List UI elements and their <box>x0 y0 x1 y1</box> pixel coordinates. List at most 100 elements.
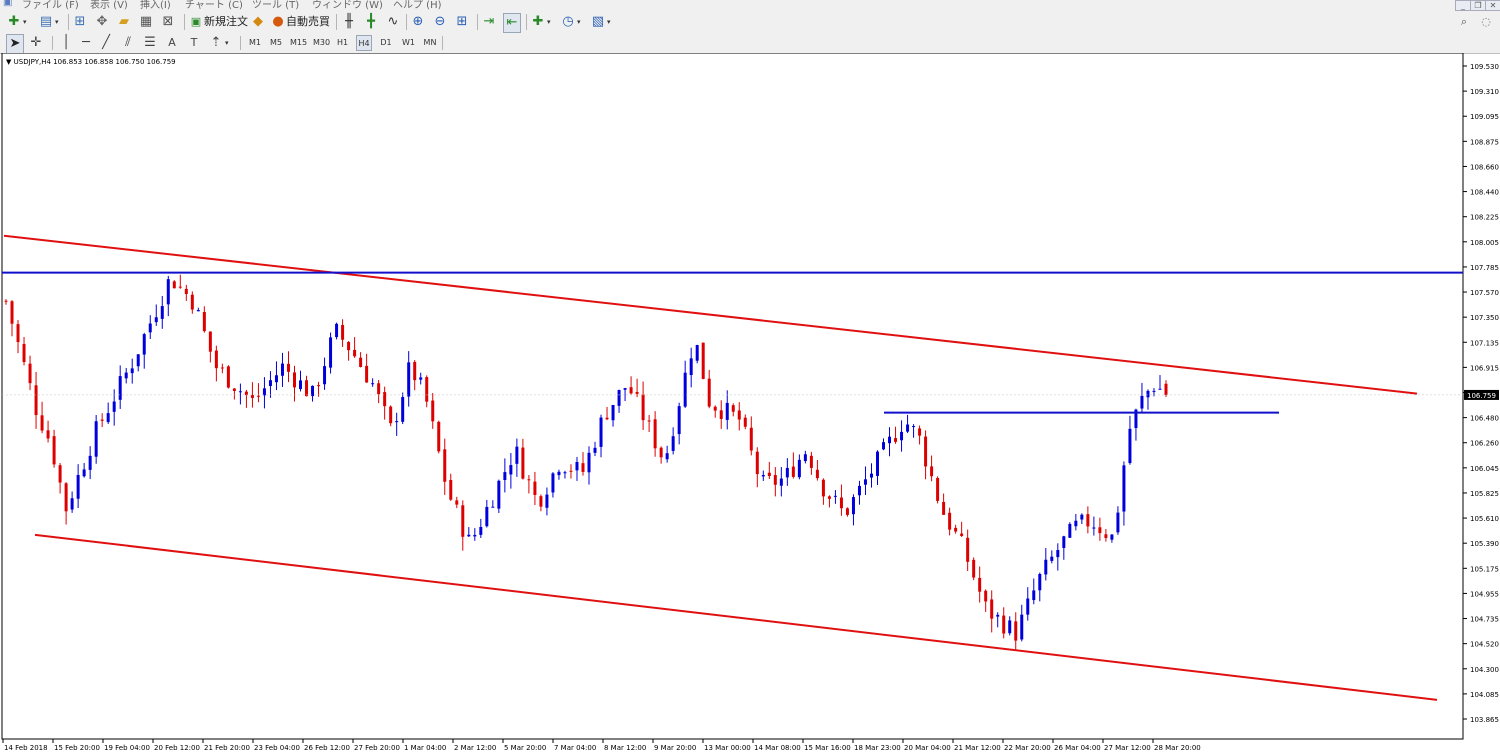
search-button[interactable]: ⌕ <box>1456 13 1472 31</box>
candle-body <box>972 559 976 578</box>
new-chart-button[interactable]: ✚ ▾ <box>6 13 27 31</box>
templates-icon: ▧ <box>591 14 605 29</box>
trendline-tool[interactable]: ╱ <box>98 34 114 52</box>
candle-body <box>449 480 453 500</box>
timeframe-h1-button[interactable]: H1 <box>336 35 349 51</box>
auto-trading-button[interactable]: ● 自動売買 <box>270 13 330 31</box>
new-order-button[interactable]: ▣ 新規注文 <box>188 13 248 31</box>
candle-body <box>954 527 958 532</box>
y-tick-label: 106.045 <box>1470 465 1499 473</box>
timeframe-m15-button[interactable]: M15 <box>290 35 307 51</box>
terminal-icon: ▦ <box>139 14 153 29</box>
x-tick-label: 21 Feb 20:00 <box>204 744 250 752</box>
candle-body <box>527 479 531 481</box>
candle-body <box>1152 390 1156 392</box>
candle-body <box>172 281 176 289</box>
candlestick-button[interactable]: ╋ <box>363 13 379 31</box>
candle-body <box>617 390 621 406</box>
close-icon[interactable]: ✕ <box>1485 0 1500 11</box>
minimize-icon[interactable]: _ <box>1455 0 1471 11</box>
tile-windows-button[interactable]: ⊞ <box>454 13 470 31</box>
candle-body <box>695 345 699 361</box>
channel-tool[interactable]: ⫽ <box>120 34 136 52</box>
indicators-button[interactable]: ✚ ▾ <box>530 13 551 31</box>
timeframe-m5-button[interactable]: M5 <box>269 35 283 51</box>
terminal-button[interactable]: ▦ <box>138 13 154 31</box>
separator <box>406 14 407 30</box>
menu-view[interactable]: 表示 (V) <box>90 0 128 11</box>
y-tick-label: 106.915 <box>1470 364 1499 372</box>
candle-body <box>130 368 134 374</box>
chat-button[interactable]: ◌ <box>1478 13 1494 31</box>
x-tick-label: 21 Mar 12:00 <box>954 744 1001 752</box>
scroll-chart-button[interactable]: ⇥ <box>481 13 497 31</box>
meta-editor-button[interactable]: ◆ <box>250 13 266 31</box>
bar-chart-button[interactable]: ╫ <box>341 13 357 31</box>
candle-body <box>996 614 1000 617</box>
candle-body <box>1020 614 1024 640</box>
vertical-line-tool[interactable]: │ <box>58 34 74 52</box>
templates-button[interactable]: ▧ ▾ <box>590 13 611 31</box>
candle-body <box>491 506 495 508</box>
horizontal-line-icon: ─ <box>82 35 90 50</box>
menu-tools[interactable]: ツール (T) <box>252 0 299 11</box>
menu-insert[interactable]: 挿入(I) <box>140 0 171 11</box>
strategy-tester-button[interactable]: ⊠ <box>160 13 176 31</box>
market-watch-button[interactable]: ⊞ <box>72 13 88 31</box>
timeframe-h4-button[interactable]: H4 <box>356 35 372 51</box>
symbol-dropdown-icon[interactable]: ▼ <box>6 58 11 66</box>
cursor-icon: ➤ <box>9 36 21 51</box>
candle-body <box>623 388 627 390</box>
candle-body <box>1140 395 1144 409</box>
candle-body <box>124 372 128 379</box>
profiles-button[interactable]: ▤ ▾ <box>38 13 59 31</box>
y-tick-label: 109.530 <box>1470 63 1499 71</box>
price-chart[interactable]: 109.530 109.310 109.095 108.875 108.660 108.4… <box>0 53 1500 753</box>
timeframe-w1-button[interactable]: W1 <box>401 35 416 51</box>
menu-help[interactable]: ヘルプ (H) <box>393 0 442 11</box>
navigator-button[interactable]: ✥ <box>94 13 110 31</box>
candlestick-icon: ╋ <box>367 14 375 29</box>
menu-bar: ▣ ファイル (F) 表示 (V) 挿入(I) チャート (C) ツール (T)… <box>0 0 1500 11</box>
tile-windows-icon: ⊞ <box>456 14 468 29</box>
profiles-icon: ▤ <box>39 14 53 29</box>
candle-body <box>286 363 290 372</box>
timeframe-m30-button[interactable]: M30 <box>313 35 330 51</box>
candle-body <box>906 424 910 432</box>
candle-body <box>918 428 922 436</box>
horizontal-line-tool[interactable]: ─ <box>78 34 94 52</box>
candle-body <box>1110 534 1114 540</box>
x-tick-label: 13 Mar 00:00 <box>704 744 751 752</box>
timeframe-m1-button[interactable]: M1 <box>248 35 262 51</box>
zoom-out-button[interactable]: ⊖ <box>432 13 448 31</box>
line-chart-button[interactable]: ∿ <box>385 13 401 31</box>
fibonacci-tool[interactable]: ☰ <box>142 34 158 52</box>
candle-body <box>461 505 465 537</box>
candle-body <box>845 508 849 515</box>
candle-body <box>569 470 573 472</box>
zoom-in-icon: ⊕ <box>412 14 424 29</box>
candle-body <box>154 317 158 323</box>
cursor-tool[interactable]: ➤ <box>6 34 24 54</box>
text-label-tool[interactable]: T <box>186 34 202 52</box>
candle-body <box>725 402 729 420</box>
text-tool[interactable]: A <box>164 34 180 52</box>
menu-chart[interactable]: チャート (C) <box>185 0 243 11</box>
zoom-in-button[interactable]: ⊕ <box>410 13 426 31</box>
chart-shift-button[interactable]: ⇤ <box>503 13 521 33</box>
candle-body <box>647 420 651 422</box>
menu-file[interactable]: ファイル (F) <box>22 0 79 11</box>
candle-body <box>1098 527 1102 534</box>
restore-icon[interactable]: ❐ <box>1470 0 1486 11</box>
chart-window[interactable]: 109.530 109.310 109.095 108.875 108.660 108.4… <box>0 53 1500 753</box>
candle-body <box>677 406 681 435</box>
candle-body <box>966 537 970 562</box>
crosshair-tool[interactable]: ✛ <box>28 34 44 52</box>
arrows-tool[interactable]: ⇡ ▾ <box>208 34 229 52</box>
timeframe-d1-button[interactable]: D1 <box>379 35 393 51</box>
menu-window[interactable]: ウィンドウ (W) <box>312 0 383 11</box>
candle-body <box>190 294 194 310</box>
periods-button[interactable]: ◷ ▾ <box>560 13 580 31</box>
open-folder-button[interactable]: ▰ <box>116 13 132 31</box>
timeframe-mn-button[interactable]: MN <box>422 35 438 51</box>
